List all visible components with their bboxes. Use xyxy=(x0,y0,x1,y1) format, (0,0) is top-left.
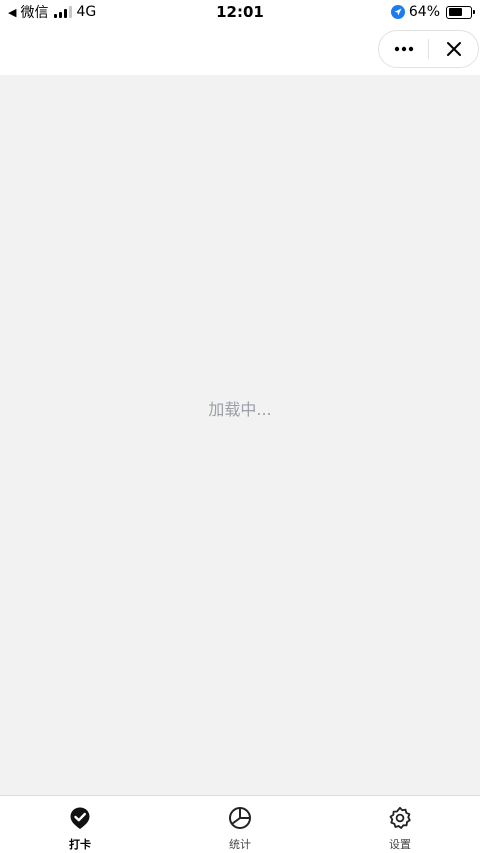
status-bar: ◀ 微信 4G 12:01 64% xyxy=(0,0,480,24)
more-dots-icon xyxy=(394,46,413,52)
battery-fill xyxy=(448,8,462,16)
network-label: 4G xyxy=(76,4,97,20)
tab-checkin[interactable]: 打卡 xyxy=(0,796,160,853)
mini-program-capsule xyxy=(378,30,479,68)
more-button[interactable] xyxy=(379,31,428,67)
tab-settings[interactable]: 设置 xyxy=(320,796,480,853)
back-caret-icon[interactable]: ◀ xyxy=(8,7,16,18)
close-button[interactable] xyxy=(429,31,478,67)
location-icon xyxy=(390,5,405,19)
check-badge-icon xyxy=(70,807,90,829)
battery-percent: 64% xyxy=(408,4,440,20)
signal-icon xyxy=(54,6,73,18)
close-icon xyxy=(446,42,461,56)
status-right: 64% xyxy=(390,4,475,20)
loading-text: 加载中... xyxy=(208,400,272,419)
tab-checkin-label: 打卡 xyxy=(69,838,91,851)
gear-icon xyxy=(389,806,411,829)
battery-icon xyxy=(446,5,475,19)
tab-statistics-label: 统计 xyxy=(229,838,251,851)
tab-settings-label: 设置 xyxy=(389,838,411,851)
pie-chart-icon xyxy=(229,807,251,829)
back-app-label[interactable]: 微信 xyxy=(20,2,48,22)
status-left: ◀ 微信 4G xyxy=(8,2,96,22)
app-screen: ◀ 微信 4G 12:01 64% 加载中... 打卡 统计 设置 xyxy=(0,0,480,853)
tab-bar: 打卡 统计 设置 xyxy=(0,795,480,853)
tab-statistics[interactable]: 统计 xyxy=(160,796,320,853)
main-content: 加载中... xyxy=(0,75,480,795)
nav-bar xyxy=(0,24,480,75)
